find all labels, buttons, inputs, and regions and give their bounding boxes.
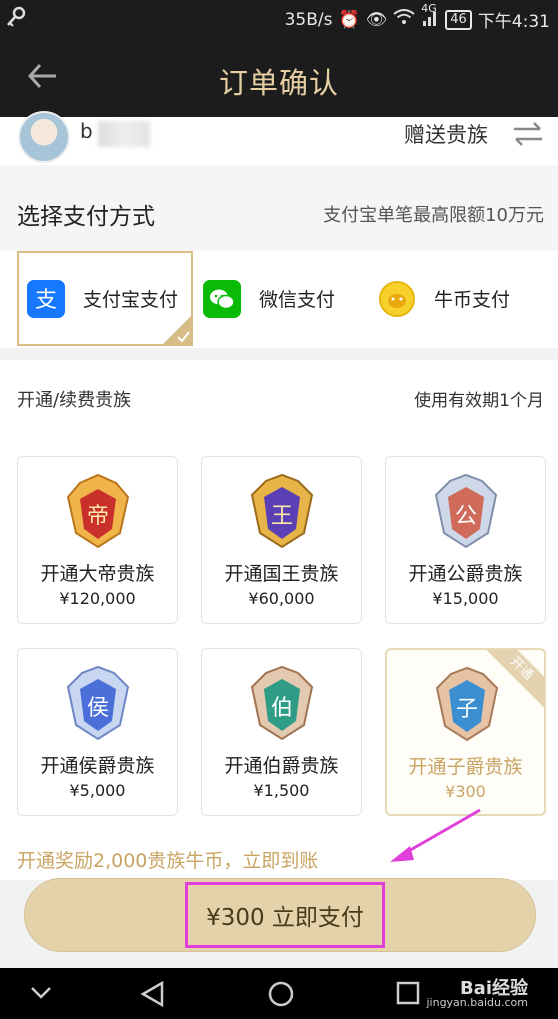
svg-text:支: 支 xyxy=(35,288,57,312)
status-bar: 35B/s ⏰ 👁 4G 46 下午4:31 xyxy=(0,0,558,36)
card-price: ¥15,000 xyxy=(432,589,499,608)
card-name: 开通大帝贵族 xyxy=(40,563,155,585)
nav-recents-icon[interactable] xyxy=(396,981,420,1009)
nobility-card-duke[interactable]: 公 开通公爵贵族 ¥15,000 xyxy=(385,456,546,624)
payment-option-alipay[interactable]: 支 支付宝支付 xyxy=(17,251,193,346)
nobility-card-emperor[interactable]: 帝 开通大帝贵族 ¥120,000 xyxy=(17,456,178,624)
viscount-badge-icon: 子 xyxy=(429,664,505,744)
card-name: 开通侯爵贵族 xyxy=(40,755,155,777)
earl-badge-icon: 伯 xyxy=(244,663,320,743)
nobility-card-king[interactable]: 王 开通国王贵族 ¥60,000 xyxy=(201,456,362,624)
pay-now-button[interactable]: ¥300 立即支付 xyxy=(24,878,536,952)
page-title: 订单确认 xyxy=(218,66,339,100)
duke-badge-icon: 公 xyxy=(428,471,504,551)
card-price: ¥300 xyxy=(445,782,486,801)
svg-text:帝: 帝 xyxy=(87,504,109,529)
watermark-url: jingyan.baidu.com xyxy=(426,996,528,1009)
coin-icon xyxy=(378,280,416,318)
payment-methods: 支 支付宝支付 微信支付 牛币支付 xyxy=(0,251,558,348)
wechat-icon xyxy=(203,279,241,318)
reward-note: 开通奖励2,000贵族牛币，立即到账 xyxy=(17,850,319,872)
alarm-icon: ⏰ xyxy=(338,9,360,30)
wifi-icon xyxy=(393,9,415,30)
svg-text:侯: 侯 xyxy=(87,696,109,721)
username-blur xyxy=(98,121,150,147)
system-nav-bar: Bai经验 jingyan.baidu.com xyxy=(0,968,558,1019)
card-name: 开通子爵贵族 xyxy=(408,756,523,778)
annotation-arrow-icon xyxy=(390,808,482,864)
svg-text:公: 公 xyxy=(455,504,477,529)
network-speed: 35B/s xyxy=(284,9,333,30)
validity-note: 使用有效期1个月 xyxy=(414,391,544,411)
payment-section-header: 选择支付方式 支付宝单笔最高限额10万元 xyxy=(0,165,558,251)
swap-icon[interactable] xyxy=(512,121,544,147)
nobility-card-earl[interactable]: 伯 开通伯爵贵族 ¥1,500 xyxy=(201,648,362,816)
payment-limit-note: 支付宝单笔最高限额10万元 xyxy=(323,205,544,226)
selected-check-icon xyxy=(161,314,193,346)
nobility-heading: 开通/续费贵族 xyxy=(17,390,132,411)
battery-indicator: 46 xyxy=(445,9,472,30)
marquis-badge-icon: 侯 xyxy=(60,663,136,743)
recipient-row: b 赠送贵族 xyxy=(0,111,558,165)
nobility-section: 开通/续费贵族 使用有效期1个月 帝 开通大帝贵族 ¥120,000 王 开通国… xyxy=(0,360,558,880)
card-price: ¥1,500 xyxy=(253,781,310,800)
key-icon xyxy=(6,6,26,33)
alipay-icon: 支 xyxy=(27,279,65,318)
nav-hide-icon[interactable] xyxy=(30,981,52,1007)
card-price: ¥60,000 xyxy=(248,589,315,608)
svg-text:伯: 伯 xyxy=(271,696,293,721)
payment-heading: 选择支付方式 xyxy=(17,204,155,230)
card-name: 开通国王贵族 xyxy=(224,563,339,585)
payment-option-label: 微信支付 xyxy=(259,289,336,311)
clock: 下午4:31 xyxy=(477,12,550,32)
card-price: ¥5,000 xyxy=(69,781,126,800)
card-name: 开通公爵贵族 xyxy=(408,563,523,585)
emperor-badge-icon: 帝 xyxy=(60,471,136,551)
title-bar: 订单确认 xyxy=(0,36,558,117)
nobility-card-marquis[interactable]: 侯 开通侯爵贵族 ¥5,000 xyxy=(17,648,178,816)
svg-text:王: 王 xyxy=(271,504,293,529)
card-name: 开通伯爵贵族 xyxy=(224,755,339,777)
gift-nobility-label[interactable]: 赠送贵族 xyxy=(404,119,488,149)
eye-icon: 👁 xyxy=(365,9,388,30)
payment-option-wechat[interactable]: 微信支付 xyxy=(203,251,373,346)
svg-text:子: 子 xyxy=(456,697,478,722)
payment-option-label: 支付宝支付 xyxy=(83,289,179,311)
nav-back-icon[interactable] xyxy=(140,980,166,1011)
avatar xyxy=(18,111,70,163)
payment-option-label: 牛币支付 xyxy=(434,289,511,311)
payment-option-coin[interactable]: 牛币支付 xyxy=(378,251,548,346)
king-badge-icon: 王 xyxy=(244,471,320,551)
nav-home-icon[interactable] xyxy=(268,981,294,1011)
signal-icon: 4G xyxy=(421,2,439,29)
username: b xyxy=(80,119,93,143)
pay-now-label: ¥300 立即支付 xyxy=(185,882,385,948)
card-price: ¥120,000 xyxy=(59,589,136,608)
nobility-card-viscount[interactable]: 开通 子 开通子爵贵族 ¥300 xyxy=(385,648,546,816)
network-type: 4G xyxy=(421,2,437,15)
